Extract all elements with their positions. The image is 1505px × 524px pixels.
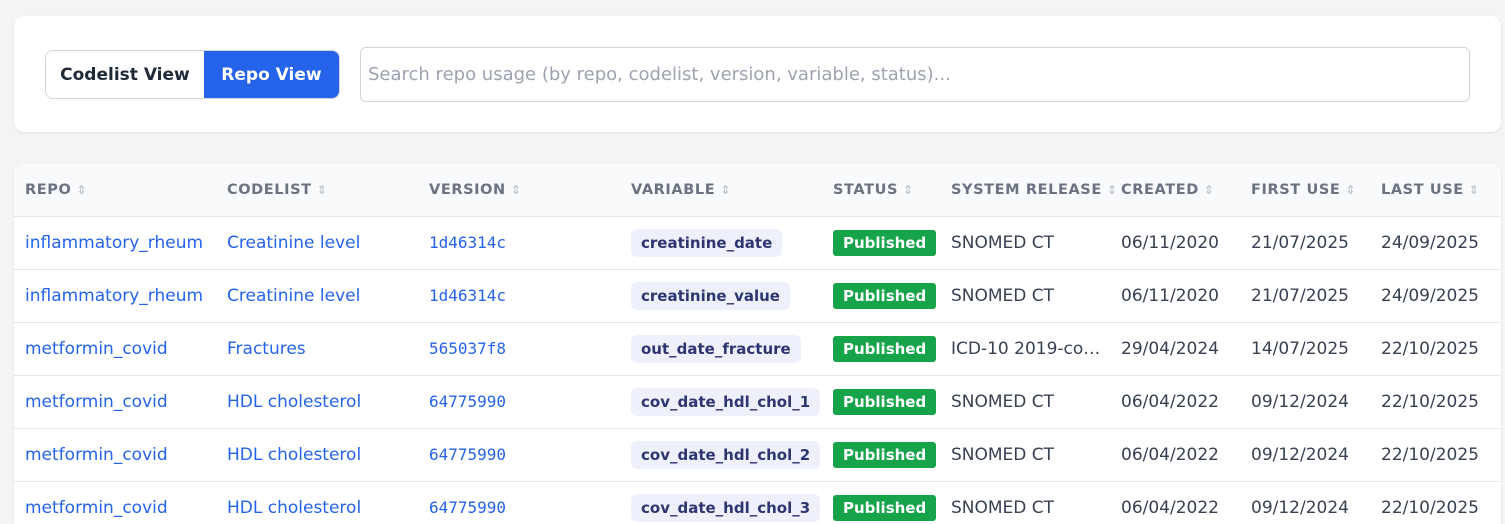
created-cell: 06/04/2022 <box>1121 497 1219 518</box>
system-release-cell: ICD-10 2019-co… <box>951 338 1101 359</box>
variable-chip: cov_date_hdl_chol_1 <box>631 387 821 416</box>
first-use-cell: 09/12/2024 <box>1251 391 1349 412</box>
first-use-cell: 09/12/2024 <box>1251 497 1349 518</box>
status-badge: Published <box>833 441 937 468</box>
repo-view-button[interactable]: Repo View <box>203 51 339 98</box>
repo-link[interactable]: metformin_covid <box>14 375 216 428</box>
version-link[interactable]: 64775990 <box>418 481 620 524</box>
created-cell: 29/04/2024 <box>1121 338 1219 359</box>
column-header-created[interactable]: CREATED ⇕ <box>1110 164 1240 216</box>
first-use-cell: 21/07/2025 <box>1251 285 1349 306</box>
repo-link[interactable]: inflammatory_rheum <box>14 269 216 322</box>
status-badge: Published <box>833 494 937 521</box>
status-badge: Published <box>833 229 937 256</box>
repo-link[interactable]: metformin_covid <box>14 322 216 375</box>
created-cell: 06/04/2022 <box>1121 444 1219 465</box>
variable-chip: out_date_fracture <box>631 334 801 363</box>
last-use-cell: 22/10/2025 <box>1381 391 1479 412</box>
column-header-first-use[interactable]: FIRST USE ⇕ <box>1240 164 1370 216</box>
variable-cell: out_date_fracture <box>620 322 822 375</box>
version-link[interactable]: 1d46314c <box>418 216 620 269</box>
table-row: metformin_covid HDL cholesterol 64775990… <box>14 375 1501 428</box>
sort-icon[interactable]: ⇕ <box>511 183 522 197</box>
status-cell: Published <box>822 428 940 481</box>
status-badge: Published <box>833 282 937 309</box>
column-header-repo[interactable]: REPO ⇕ <box>14 164 216 216</box>
variable-chip: cov_date_hdl_chol_3 <box>631 493 821 522</box>
last-use-cell: 22/10/2025 <box>1381 444 1479 465</box>
column-header-codelist[interactable]: CODELIST ⇕ <box>216 164 418 216</box>
variable-chip: cov_date_hdl_chol_2 <box>631 440 821 469</box>
version-link[interactable]: 565037f8 <box>418 322 620 375</box>
column-header-system-release[interactable]: SYSTEM RELEASE ⇕ <box>940 164 1117 216</box>
status-badge: Published <box>833 335 937 362</box>
sort-icon[interactable]: ⇕ <box>317 183 328 197</box>
codelist-link[interactable]: Fractures <box>216 322 418 375</box>
table-row: metformin_covid HDL cholesterol 64775990… <box>14 481 1501 524</box>
first-use-cell: 14/07/2025 <box>1251 338 1349 359</box>
table-row: metformin_covid HDL cholesterol 64775990… <box>14 428 1501 481</box>
repo-link[interactable]: metformin_covid <box>14 481 216 524</box>
column-header-version[interactable]: VERSION ⇕ <box>418 164 620 216</box>
toolbar: Codelist View Repo View <box>14 16 1501 132</box>
sort-icon[interactable]: ⇕ <box>1107 183 1118 197</box>
system-release-cell: SNOMED CT <box>951 232 1055 253</box>
repo-usage-table: REPO ⇕ CODELIST ⇕ VERSION ⇕ VARIABLE ⇕ STATU… <box>14 164 1501 524</box>
sort-icon[interactable]: ⇕ <box>1345 183 1356 197</box>
codelist-view-button[interactable]: Codelist View <box>46 51 204 98</box>
variable-chip: creatinine_date <box>631 228 783 257</box>
codelist-link[interactable]: Creatinine level <box>216 269 418 322</box>
repo-link[interactable]: metformin_covid <box>14 428 216 481</box>
first-use-cell: 21/07/2025 <box>1251 232 1349 253</box>
status-cell: Published <box>822 216 940 269</box>
search-input[interactable] <box>360 47 1470 102</box>
variable-cell: cov_date_hdl_chol_2 <box>620 428 822 481</box>
sort-icon[interactable]: ⇕ <box>1204 183 1215 197</box>
last-use-cell: 24/09/2025 <box>1381 232 1479 253</box>
table-row: inflammatory_rheum Creatinine level 1d46… <box>14 269 1501 322</box>
version-link[interactable]: 64775990 <box>418 428 620 481</box>
column-header-last-use[interactable]: LAST USE ⇕ <box>1370 164 1501 216</box>
variable-cell: creatinine_date <box>620 216 822 269</box>
system-release-cell: SNOMED CT <box>951 444 1055 465</box>
repo-link[interactable]: inflammatory_rheum <box>14 216 216 269</box>
sort-icon[interactable]: ⇕ <box>903 183 914 197</box>
codelist-link[interactable]: HDL cholesterol <box>216 428 418 481</box>
version-link[interactable]: 1d46314c <box>418 269 620 322</box>
created-cell: 06/11/2020 <box>1121 285 1219 306</box>
table-row: inflammatory_rheum Creatinine level 1d46… <box>14 216 1501 269</box>
table-row: metformin_covid Fractures 565037f8 out_d… <box>14 322 1501 375</box>
sort-icon[interactable]: ⇕ <box>720 183 731 197</box>
codelist-link[interactable]: HDL cholesterol <box>216 375 418 428</box>
version-link[interactable]: 64775990 <box>418 375 620 428</box>
first-use-cell: 09/12/2024 <box>1251 444 1349 465</box>
variable-cell: cov_date_hdl_chol_1 <box>620 375 822 428</box>
last-use-cell: 22/10/2025 <box>1381 497 1479 518</box>
system-release-cell: SNOMED CT <box>951 497 1055 518</box>
sort-icon[interactable]: ⇕ <box>76 183 87 197</box>
status-cell: Published <box>822 322 940 375</box>
variable-chip: creatinine_value <box>631 281 790 310</box>
system-release-cell: SNOMED CT <box>951 391 1055 412</box>
created-cell: 06/04/2022 <box>1121 391 1219 412</box>
variable-cell: cov_date_hdl_chol_3 <box>620 481 822 524</box>
variable-cell: creatinine_value <box>620 269 822 322</box>
table-header-row: REPO ⇕ CODELIST ⇕ VERSION ⇕ VARIABLE ⇕ STATU… <box>14 164 1501 216</box>
status-cell: Published <box>822 481 940 524</box>
view-toggle: Codelist View Repo View <box>45 50 340 99</box>
codelist-link[interactable]: Creatinine level <box>216 216 418 269</box>
column-header-status[interactable]: STATUS ⇕ <box>822 164 940 216</box>
system-release-cell: SNOMED CT <box>951 285 1055 306</box>
status-cell: Published <box>822 269 940 322</box>
status-badge: Published <box>833 388 937 415</box>
created-cell: 06/11/2020 <box>1121 232 1219 253</box>
sort-icon[interactable]: ⇕ <box>1469 183 1480 197</box>
status-cell: Published <box>822 375 940 428</box>
last-use-cell: 22/10/2025 <box>1381 338 1479 359</box>
last-use-cell: 24/09/2025 <box>1381 285 1479 306</box>
codelist-link[interactable]: HDL cholesterol <box>216 481 418 524</box>
column-header-variable[interactable]: VARIABLE ⇕ <box>620 164 822 216</box>
